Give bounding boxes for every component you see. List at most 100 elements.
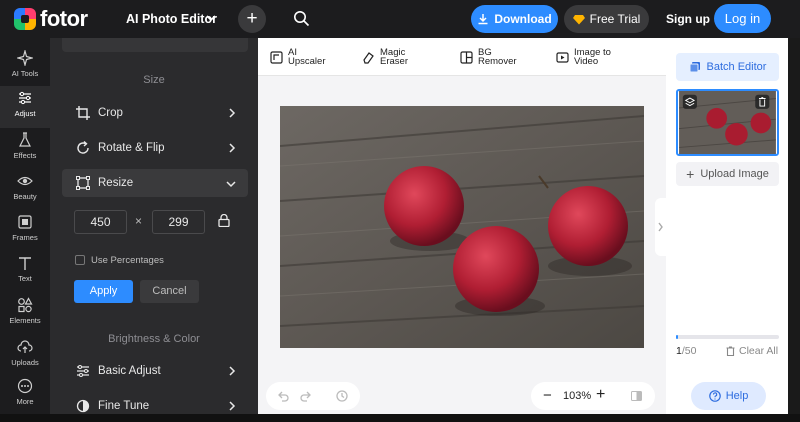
feature-label-line2: Remover — [478, 56, 517, 67]
resize-row[interactable]: Resize — [62, 169, 248, 197]
rail-label: Beauty — [13, 192, 37, 201]
rotate-icon — [77, 141, 89, 154]
crop-icon — [76, 106, 90, 120]
chevron-right-icon — [658, 222, 663, 232]
rail-item-adjust[interactable]: Adjust — [0, 86, 50, 128]
use-percentages-checkbox[interactable] — [75, 255, 85, 265]
zoom-value[interactable]: 103% — [563, 390, 591, 402]
sparkle-icon — [17, 50, 33, 66]
use-percentages-label: Use Percentages — [91, 255, 164, 266]
window-scrollbar[interactable] — [788, 38, 800, 414]
cloud-upload-icon — [17, 340, 33, 353]
rail-label: AI Tools — [11, 69, 39, 78]
bottom-edge — [0, 414, 800, 422]
feature-toolbar: AI Upscaler Magic Eraser BG Remover Image t… — [258, 38, 666, 76]
image-to-video-button[interactable]: Image to Video — [556, 48, 611, 66]
chevron-right-icon — [229, 401, 236, 411]
login-button[interactable]: Log in — [714, 4, 771, 33]
product-menu[interactable]: AI Photo Editor — [126, 12, 217, 26]
brightness-section-title: Brightness & Color — [108, 333, 200, 345]
sliders-icon — [19, 91, 31, 105]
fine-tune-icon — [76, 399, 90, 413]
rail-label: More — [16, 397, 34, 406]
free-trial-button[interactable]: Free Trial — [564, 5, 649, 33]
top-bar: fotor AI Photo Editor + Download Free Tr… — [0, 0, 800, 38]
zoom-controls: − 103% + — [531, 382, 655, 410]
crop-row[interactable]: Crop — [62, 99, 248, 127]
undo-icon[interactable] — [277, 390, 289, 402]
rail-label: Frames — [12, 233, 38, 242]
width-input[interactable]: 450 — [74, 210, 127, 234]
rail-label: Elements — [9, 316, 41, 325]
redo-icon[interactable] — [300, 390, 312, 402]
image-count-total: /50 — [681, 345, 697, 357]
cancel-button[interactable]: Cancel — [140, 280, 199, 303]
rail-item-text[interactable]: Text — [0, 251, 50, 291]
resize-label: Resize — [98, 177, 134, 189]
rail-item-elements[interactable]: Elements — [0, 293, 50, 333]
batch-editor-button[interactable]: Batch Editor — [676, 53, 779, 81]
rail-item-uploads[interactable]: Uploads — [0, 335, 50, 375]
plus-icon: + — [686, 166, 695, 182]
add-button[interactable]: + — [238, 5, 266, 33]
edited-photo[interactable] — [280, 106, 644, 348]
rail-label: Effects — [13, 151, 37, 160]
search-icon[interactable] — [293, 10, 310, 27]
rail-item-effects[interactable]: Effects — [0, 128, 50, 168]
eraser-icon — [363, 51, 374, 64]
image-thumbnail[interactable] — [676, 89, 779, 156]
help-icon — [708, 390, 721, 402]
size-section-title: Size — [143, 74, 165, 86]
signup-link[interactable]: Sign up — [666, 12, 710, 26]
rail-item-ai-tools[interactable]: AI Tools — [0, 46, 50, 86]
clear-all-button[interactable]: Clear All — [726, 345, 778, 357]
chevron-right-icon — [229, 366, 236, 376]
download-label: Download — [494, 12, 552, 26]
upload-progress-fill — [676, 335, 679, 339]
upload-image-button[interactable]: + Upload Image — [676, 162, 779, 186]
shapes-icon — [18, 297, 33, 313]
rotate-flip-label: Rotate & Flip — [98, 142, 165, 154]
apply-button[interactable]: Apply — [74, 280, 133, 303]
diamond-icon — [572, 14, 585, 24]
magic-eraser-button[interactable]: Magic Eraser — [362, 48, 408, 66]
rail-item-beauty[interactable]: Beauty — [0, 169, 50, 209]
times-symbol: × — [135, 214, 143, 228]
zoom-out-button[interactable]: − — [543, 387, 552, 404]
download-button[interactable]: Download — [471, 5, 558, 33]
zoom-in-button[interactable]: + — [596, 386, 605, 404]
download-icon — [478, 14, 488, 25]
batch-icon — [689, 62, 700, 73]
rail-label: Uploads — [11, 358, 39, 367]
lock-icon[interactable] — [218, 214, 230, 227]
fine-tune-label: Fine Tune — [98, 400, 150, 412]
help-button[interactable]: Help — [691, 382, 766, 410]
rail-item-frames[interactable]: Frames — [0, 210, 50, 250]
compare-icon[interactable] — [631, 391, 642, 401]
help-label: Help — [725, 390, 749, 402]
history-icon[interactable] — [336, 390, 348, 402]
chevron-down-icon[interactable] — [206, 13, 216, 23]
crop-label: Crop — [98, 107, 123, 119]
bg-remove-icon — [460, 50, 473, 64]
upscale-icon — [270, 50, 283, 64]
bg-remover-button[interactable]: BG Remover — [460, 48, 517, 66]
chevron-right-icon — [229, 143, 236, 153]
sliders-icon — [77, 365, 89, 377]
rail-label: Adjust — [14, 109, 36, 118]
basic-adjust-row[interactable]: Basic Adjust — [62, 357, 248, 385]
feature-label-line2: Upscaler — [288, 56, 326, 67]
history-controls — [266, 382, 360, 410]
feature-label-line2: Video — [574, 56, 599, 67]
flask-icon — [19, 132, 31, 147]
rotate-flip-row[interactable]: Rotate & Flip — [62, 134, 248, 162]
feature-label-line2: Eraser — [380, 56, 408, 67]
upload-image-label: Upload Image — [700, 168, 769, 180]
height-input[interactable]: 299 — [152, 210, 205, 234]
fotor-logo-icon[interactable] — [14, 8, 36, 30]
logo-text[interactable]: fotor — [40, 6, 88, 32]
basic-adjust-label: Basic Adjust — [98, 365, 161, 377]
ai-upscaler-button[interactable]: AI Upscaler — [270, 48, 326, 66]
frame-icon — [18, 215, 32, 229]
rail-item-more[interactable]: More — [0, 374, 50, 414]
